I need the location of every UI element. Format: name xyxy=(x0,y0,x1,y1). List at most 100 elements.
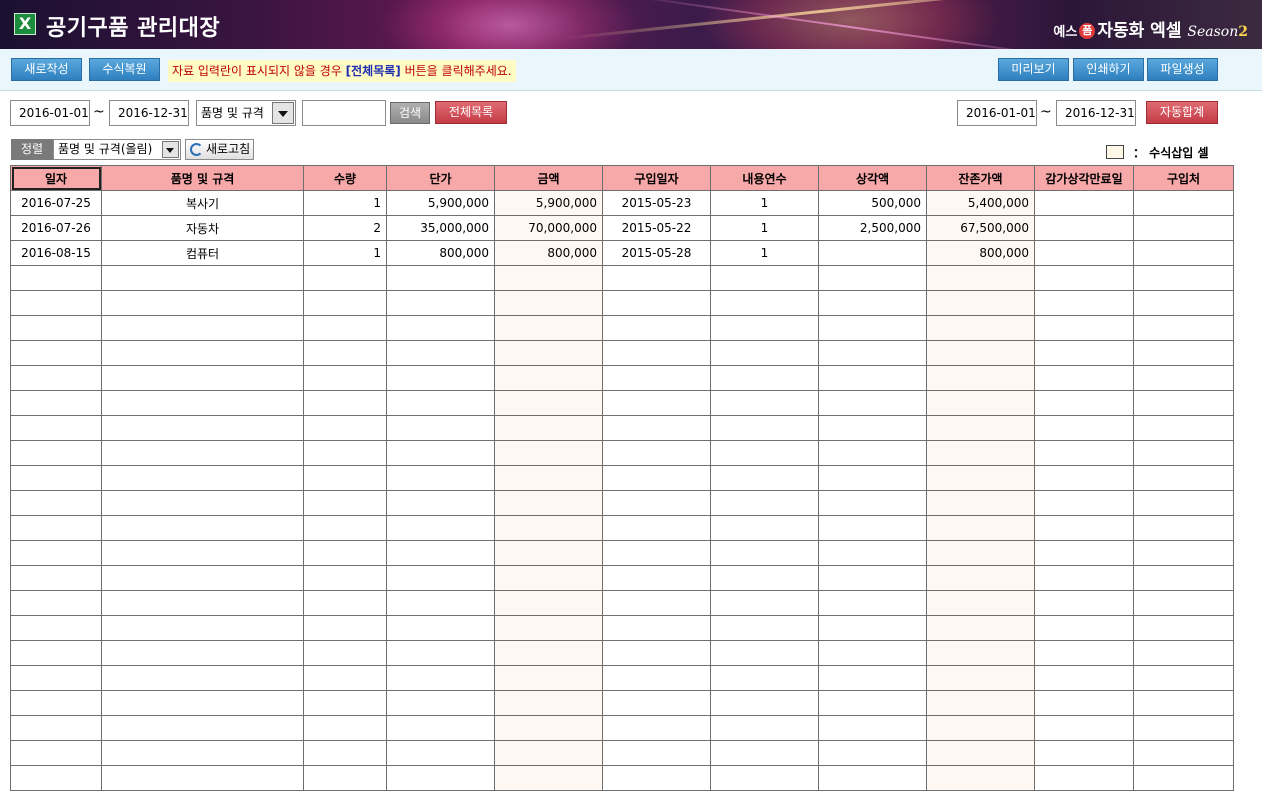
search-button[interactable]: 검색 xyxy=(390,102,430,124)
table-cell[interactable] xyxy=(303,390,387,416)
table-cell[interactable] xyxy=(602,540,711,566)
new-button[interactable]: 새로작성 xyxy=(11,58,82,81)
table-cell[interactable] xyxy=(602,640,711,666)
column-header[interactable]: 감가상각만료일 xyxy=(1034,165,1134,191)
table-cell[interactable] xyxy=(494,715,603,741)
table-cell[interactable] xyxy=(926,615,1035,641)
table-cell[interactable] xyxy=(602,690,711,716)
table-cell[interactable] xyxy=(1034,740,1134,766)
table-cell[interactable]: 컴퓨터 xyxy=(101,240,304,266)
table-cell[interactable] xyxy=(710,515,819,541)
table-cell[interactable] xyxy=(1034,390,1134,416)
table-cell[interactable] xyxy=(386,340,495,366)
table-cell[interactable] xyxy=(1133,665,1234,691)
table-cell[interactable] xyxy=(303,740,387,766)
table-cell[interactable] xyxy=(602,490,711,516)
table-cell[interactable] xyxy=(101,390,304,416)
column-header[interactable]: 구입일자 xyxy=(602,165,711,191)
table-cell[interactable]: 1 xyxy=(303,240,387,266)
column-header[interactable]: 단가 xyxy=(386,165,495,191)
table-cell[interactable] xyxy=(10,740,102,766)
table-cell[interactable] xyxy=(1034,515,1134,541)
table-cell[interactable] xyxy=(1034,665,1134,691)
table-cell[interactable] xyxy=(303,540,387,566)
table-cell[interactable] xyxy=(303,590,387,616)
table-cell[interactable] xyxy=(710,615,819,641)
table-cell[interactable] xyxy=(602,465,711,491)
table-cell[interactable] xyxy=(303,565,387,591)
table-cell[interactable] xyxy=(818,615,927,641)
table-cell[interactable] xyxy=(101,690,304,716)
table-cell[interactable] xyxy=(926,365,1035,391)
table-cell[interactable] xyxy=(818,415,927,441)
table-cell[interactable] xyxy=(386,765,495,791)
table-cell[interactable] xyxy=(101,565,304,591)
column-header[interactable]: 금액 xyxy=(494,165,603,191)
table-cell[interactable]: 2016-07-26 xyxy=(10,215,102,241)
table-cell[interactable] xyxy=(494,390,603,416)
column-header[interactable]: 품명 및 규격 xyxy=(101,165,304,191)
table-cell[interactable] xyxy=(926,590,1035,616)
table-cell[interactable] xyxy=(101,315,304,341)
table-cell[interactable] xyxy=(602,365,711,391)
table-cell[interactable] xyxy=(101,465,304,491)
table-cell[interactable] xyxy=(1133,540,1234,566)
table-cell[interactable] xyxy=(926,690,1035,716)
table-cell[interactable] xyxy=(101,290,304,316)
table-cell[interactable] xyxy=(303,265,387,291)
table-cell[interactable] xyxy=(101,615,304,641)
sum-date-to-input[interactable]: 2016-12-31 xyxy=(1056,100,1136,126)
column-header[interactable]: 잔존가액 xyxy=(926,165,1035,191)
column-header[interactable]: 구입처 xyxy=(1133,165,1234,191)
table-cell[interactable] xyxy=(818,540,927,566)
table-cell[interactable] xyxy=(303,765,387,791)
table-cell[interactable] xyxy=(818,465,927,491)
table-cell[interactable] xyxy=(818,440,927,466)
table-cell[interactable] xyxy=(926,740,1035,766)
table-cell[interactable] xyxy=(602,665,711,691)
table-cell[interactable] xyxy=(710,390,819,416)
table-cell[interactable] xyxy=(494,415,603,441)
table-cell[interactable] xyxy=(1034,365,1134,391)
table-cell[interactable] xyxy=(710,590,819,616)
table-cell[interactable] xyxy=(710,690,819,716)
table-cell[interactable]: 1 xyxy=(710,215,819,241)
table-cell[interactable] xyxy=(710,715,819,741)
table-cell[interactable] xyxy=(710,490,819,516)
table-cell[interactable] xyxy=(101,515,304,541)
table-cell[interactable]: 자동차 xyxy=(101,215,304,241)
table-cell[interactable] xyxy=(710,465,819,491)
table-cell[interactable] xyxy=(602,565,711,591)
table-cell[interactable] xyxy=(494,465,603,491)
table-cell[interactable] xyxy=(1034,490,1134,516)
table-cell[interactable] xyxy=(818,740,927,766)
table-cell[interactable] xyxy=(1034,265,1134,291)
table-cell[interactable] xyxy=(1034,715,1134,741)
table-cell[interactable] xyxy=(10,290,102,316)
table-cell[interactable] xyxy=(1133,565,1234,591)
table-cell[interactable] xyxy=(10,540,102,566)
table-cell[interactable] xyxy=(1133,690,1234,716)
table-cell[interactable] xyxy=(101,490,304,516)
table-cell[interactable] xyxy=(602,740,711,766)
table-cell[interactable] xyxy=(386,715,495,741)
table-cell[interactable] xyxy=(10,440,102,466)
table-cell[interactable]: 70,000,000 xyxy=(494,215,603,241)
table-cell[interactable] xyxy=(602,765,711,791)
table-cell[interactable] xyxy=(926,390,1035,416)
table-cell[interactable] xyxy=(602,265,711,291)
table-cell[interactable] xyxy=(926,265,1035,291)
table-cell[interactable] xyxy=(1034,215,1134,241)
table-cell[interactable]: 2,500,000 xyxy=(818,215,927,241)
table-cell[interactable] xyxy=(101,765,304,791)
table-cell[interactable] xyxy=(303,665,387,691)
table-cell[interactable] xyxy=(303,415,387,441)
table-cell[interactable]: 2015-05-22 xyxy=(602,215,711,241)
table-cell[interactable] xyxy=(1034,290,1134,316)
table-cell[interactable]: 2 xyxy=(303,215,387,241)
table-cell[interactable] xyxy=(494,640,603,666)
table-cell[interactable] xyxy=(710,415,819,441)
table-cell[interactable] xyxy=(386,315,495,341)
table-cell[interactable] xyxy=(10,340,102,366)
table-cell[interactable] xyxy=(386,690,495,716)
